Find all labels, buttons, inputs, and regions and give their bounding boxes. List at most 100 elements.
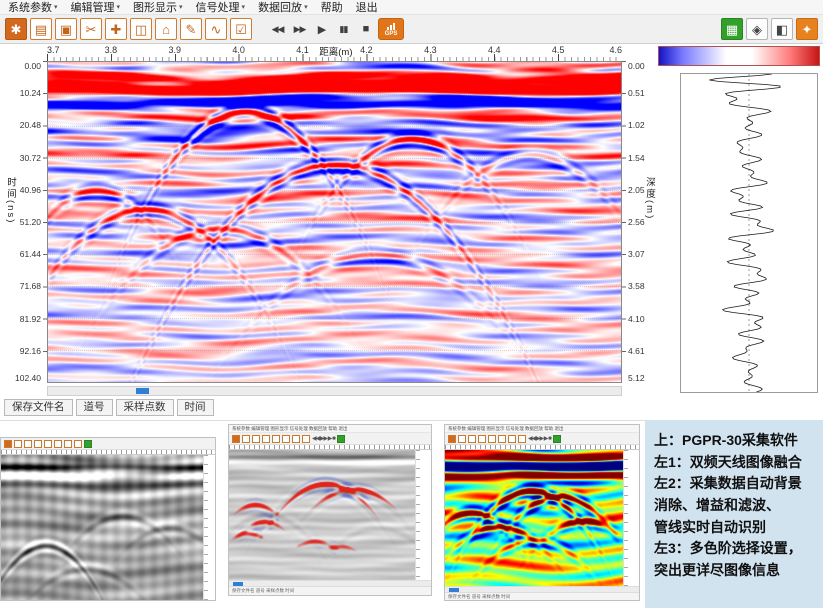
gridline: [48, 350, 621, 351]
depth-tick-label: 0.00: [628, 61, 645, 71]
check-button[interactable]: ☑: [230, 18, 252, 40]
chevron-down-icon: ▾: [117, 3, 121, 11]
menu-item-7[interactable]: 退出: [356, 0, 378, 15]
mini-tool-icon: [498, 435, 506, 443]
depth-tick-label: 2.05: [628, 185, 645, 195]
radargram-canvas-wrap: [47, 61, 622, 383]
play-button[interactable]: ▶: [312, 18, 331, 40]
menu-bar: 系统参数▾编辑管理▾图形显示▾信号处理▾数据回放▾帮助退出: [0, 0, 823, 15]
mini-tool-icon: [468, 435, 476, 443]
thumbnail-auto-processing: 系统参数 编辑管理 图形显示 信号处理 数据回放 帮助 退出 ◀◀ ▶▶ ▶ ■…: [228, 424, 432, 596]
home-button[interactable]: ⌂: [155, 18, 177, 40]
chevron-down-icon: ▾: [179, 3, 183, 11]
menu-item-1[interactable]: 系统参数▾: [8, 0, 58, 15]
menu-item-label: 退出: [356, 0, 378, 15]
depth-axis-title: 深度(m): [642, 177, 656, 220]
rewind-button[interactable]: ◀◀: [268, 18, 287, 40]
time-tick-label: 30.72: [20, 153, 41, 163]
palette-button[interactable]: ◧: [771, 18, 793, 40]
plot-scrollbar[interactable]: [47, 386, 622, 396]
gridline: [48, 126, 621, 127]
depth-tick-label: 1.54: [628, 153, 645, 163]
caption-line: 消除、增益和滤波、: [654, 495, 815, 517]
menu-item-4[interactable]: 信号处理▾: [196, 0, 246, 15]
power-button[interactable]: ✦: [796, 18, 818, 40]
tools-button[interactable]: ✚: [105, 18, 127, 40]
mini-tool-icon: [292, 435, 300, 443]
mini-tool-icon: [232, 435, 240, 443]
pipeline-detect-radargram-image: [229, 450, 415, 580]
mini-depth-axis: [415, 450, 427, 580]
status-tab-2[interactable]: 道号: [76, 399, 113, 416]
thumbnail-color-scale: 系统参数 编辑管理 图形显示 信号处理 数据回放 帮助 退出 ◀◀ ▶▶ ▶ ■…: [444, 424, 640, 601]
mini-scrollbar-thumb: [449, 588, 459, 592]
gridline: [48, 158, 621, 159]
wave-button[interactable]: ∿: [205, 18, 227, 40]
status-tab-3[interactable]: 采样点数: [116, 399, 174, 416]
depth-axis: 深度(m) 0.000.511.021.542.052.563.073.584.…: [622, 61, 656, 383]
mini-tool-icon: [488, 435, 496, 443]
settings-button[interactable]: ✱: [5, 18, 27, 40]
menu-item-label: 编辑管理: [71, 0, 115, 15]
clamp-button[interactable]: ◫: [130, 18, 152, 40]
x-tick-label: 3.8: [105, 45, 118, 55]
status-tab-4[interactable]: 时间: [177, 399, 214, 416]
x-tick-label: 4.2: [360, 45, 373, 55]
grid-button[interactable]: ▦: [721, 18, 743, 40]
mini-tool-icon: [44, 440, 52, 448]
time-tick-label: 10.24: [20, 88, 41, 98]
edit-button[interactable]: ✎: [180, 18, 202, 40]
save-button[interactable]: ▤: [30, 18, 52, 40]
time-axis: 时间(ns) 0.0010.2420.4830.7240.9651.2061.4…: [2, 61, 47, 383]
x-tick-label: 3.7: [47, 45, 60, 55]
menu-item-label: 帮助: [321, 0, 343, 15]
toolbar: ✱▤▣✂✚◫⌂✎∿☑◀◀▶▶▶▮▮■GPS▦◈◧✦: [0, 15, 823, 44]
colorbar: [658, 46, 820, 66]
depth-tick-label: 0.51: [628, 88, 645, 98]
mini-scrollbar-thumb: [233, 582, 243, 586]
mini-playback-icons: ◀◀ ▶▶ ▶ ■: [312, 435, 335, 442]
time-tick-label: 81.92: [20, 314, 41, 324]
gridline: [48, 190, 621, 191]
thumbnail-dual-frequency: [0, 437, 216, 601]
x-ruler: 距离(m) 3.73.83.94.04.14.24.34.44.54.6: [47, 45, 622, 61]
menu-item-5[interactable]: 数据回放▾: [258, 0, 308, 15]
depth-tick-label: 5.12: [628, 373, 645, 383]
status-tab-1[interactable]: 保存文件名: [4, 399, 73, 416]
menu-item-3[interactable]: 图形显示▾: [133, 0, 183, 15]
gridline: [48, 318, 621, 319]
gps-button[interactable]: GPS: [378, 18, 404, 40]
gridline: [48, 286, 621, 287]
fast-forward-button[interactable]: ▶▶: [290, 18, 309, 40]
gps-signal-icon: [387, 22, 395, 30]
time-tick-label: 51.20: [20, 217, 41, 227]
mini-grid-icon: [84, 440, 92, 448]
snapshot-button[interactable]: ◈: [746, 18, 768, 40]
x-tick-label: 4.0: [232, 45, 245, 55]
grayscale-radargram-image: [1, 455, 203, 601]
menu-item-6[interactable]: 帮助: [321, 0, 343, 15]
status-tabs: 保存文件名道号采样点数时间: [4, 399, 656, 416]
cut-button[interactable]: ✂: [80, 18, 102, 40]
main-window: 系统参数▾编辑管理▾图形显示▾信号处理▾数据回放▾帮助退出 ✱▤▣✂✚◫⌂✎∿☑…: [0, 0, 823, 421]
mini-tool-icon: [252, 435, 260, 443]
mini-tool-icon: [4, 440, 12, 448]
plot-scrollbar-thumb[interactable]: [136, 388, 149, 394]
chevron-down-icon: ▾: [242, 3, 246, 11]
x-tick-label: 3.9: [169, 45, 182, 55]
mini-tool-icon: [508, 435, 516, 443]
mini-tool-icon: [282, 435, 290, 443]
menu-item-2[interactable]: 编辑管理▾: [71, 0, 121, 15]
depth-tick-label: 3.58: [628, 281, 645, 291]
pause-button[interactable]: ▮▮: [334, 18, 353, 40]
x-tick-label: 4.4: [488, 45, 501, 55]
stop-button[interactable]: ■: [356, 18, 375, 40]
depth-tick-label: 3.07: [628, 249, 645, 259]
time-tick-label: 61.44: [20, 249, 41, 259]
gridline: [48, 94, 621, 95]
mini-menu-bar: 系统参数 编辑管理 图形显示 信号处理 数据回放 帮助 退出: [445, 425, 639, 433]
menu-item-label: 图形显示: [133, 0, 177, 15]
mini-scrollbar: [445, 586, 639, 592]
file-button[interactable]: ▣: [55, 18, 77, 40]
mini-playback-icons: ◀◀ ▶▶ ▶ ■: [528, 435, 551, 442]
